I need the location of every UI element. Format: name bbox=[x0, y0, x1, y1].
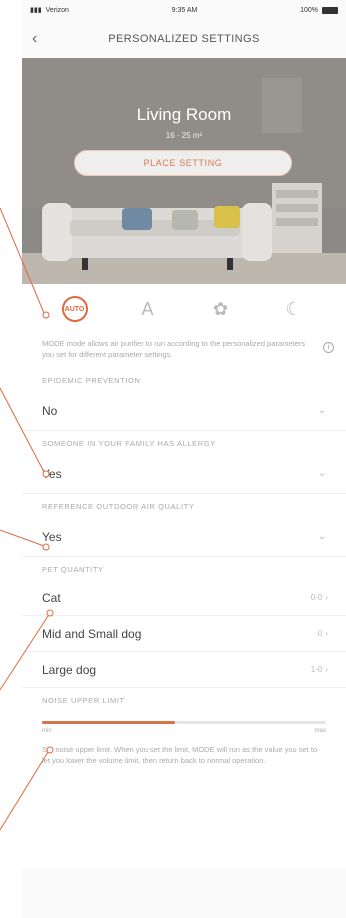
pet-quantity-label: PET QUANTITY bbox=[22, 557, 346, 580]
pet-row-large-dog[interactable]: Large dog 1-0 › bbox=[22, 652, 346, 688]
room-size: 16 · 25 m² bbox=[165, 131, 203, 140]
epidemic-select[interactable]: No ⌄ bbox=[22, 391, 346, 431]
phone-screen: ▮▮▮ Verizon 9:35 AM 100% ‹ PERSONALIZED … bbox=[22, 0, 346, 918]
mode-selector: AUTO A ✿ ☾ bbox=[22, 284, 346, 334]
noise-label: NOISE UPPER LIMIT bbox=[22, 688, 346, 711]
noise-footnote: Set noise upper limit. When you set the … bbox=[22, 738, 346, 868]
allergy-label: SOMEONE IN YOUR FAMILY HAS ALLERGY bbox=[22, 431, 346, 454]
carrier-label: Verizon bbox=[45, 6, 69, 14]
pet-row-cat[interactable]: Cat 0-0 › bbox=[22, 580, 346, 616]
pet-row-small-dog[interactable]: Mid and Small dog 0 › bbox=[22, 616, 346, 652]
description-text: MODE mode allows air purifier to run acc… bbox=[42, 339, 306, 359]
pet-name: Mid and Small dog bbox=[42, 626, 142, 641]
epidemic-label: EPIDEMIC PREVENTION bbox=[22, 368, 346, 391]
chevron-down-icon: ⌄ bbox=[317, 468, 326, 479]
pet-name: Large dog bbox=[42, 662, 97, 677]
back-chevron-icon[interactable]: ‹ bbox=[32, 30, 37, 48]
pet-name: Cat bbox=[42, 590, 61, 605]
status-bar: ▮▮▮ Verizon 9:35 AM 100% bbox=[22, 0, 346, 20]
room-hero: Living Room 16 · 25 m² PLACE SETTING bbox=[22, 58, 346, 284]
info-icon[interactable]: i bbox=[323, 342, 334, 353]
room-name: Living Room bbox=[136, 105, 232, 124]
slider-fill bbox=[42, 721, 176, 724]
chevron-down-icon: ⌄ bbox=[317, 531, 326, 542]
outdoor-value: Yes bbox=[42, 529, 62, 544]
noise-slider[interactable]: min max bbox=[22, 711, 346, 738]
chevron-down-icon: ⌄ bbox=[317, 405, 326, 416]
clock: 9:35 AM bbox=[171, 6, 198, 14]
pet-count: 0-0 bbox=[310, 593, 323, 602]
outdoor-select[interactable]: Yes ⌄ bbox=[22, 517, 346, 557]
signal-icon: ▮▮▮ bbox=[30, 7, 42, 14]
place-setting-button[interactable]: PLACE SETTING bbox=[74, 150, 292, 176]
outdoor-label: REFERENCE OUTDOOR AIR QUALITY bbox=[22, 494, 346, 517]
letter-a-icon[interactable]: A bbox=[135, 296, 161, 322]
auto-mode-icon[interactable]: AUTO bbox=[61, 296, 88, 322]
slider-max-label: max bbox=[314, 728, 326, 734]
allergy-value: Yes bbox=[42, 466, 62, 481]
allergy-select[interactable]: Yes ⌄ bbox=[22, 454, 346, 494]
pet-count: 0 bbox=[317, 629, 323, 638]
slider-track[interactable] bbox=[42, 721, 326, 724]
battery-percent: 100% bbox=[300, 6, 318, 14]
fan-icon[interactable]: ✿ bbox=[208, 296, 234, 322]
chevron-right-icon: › bbox=[325, 665, 328, 674]
moon-icon[interactable]: ☾ bbox=[281, 296, 307, 322]
mode-description: MODE mode allows air purifier to run acc… bbox=[22, 334, 346, 368]
nav-bar: ‹ PERSONALIZED SETTINGS bbox=[22, 20, 346, 58]
chevron-right-icon: › bbox=[325, 629, 328, 638]
slider-min-label: min bbox=[42, 728, 52, 734]
epidemic-value: No bbox=[42, 403, 58, 418]
chevron-right-icon: › bbox=[325, 593, 328, 602]
pet-count: 1-0 bbox=[310, 665, 323, 674]
battery-icon bbox=[321, 6, 338, 14]
page-title: PERSONALIZED SETTINGS bbox=[108, 33, 260, 45]
